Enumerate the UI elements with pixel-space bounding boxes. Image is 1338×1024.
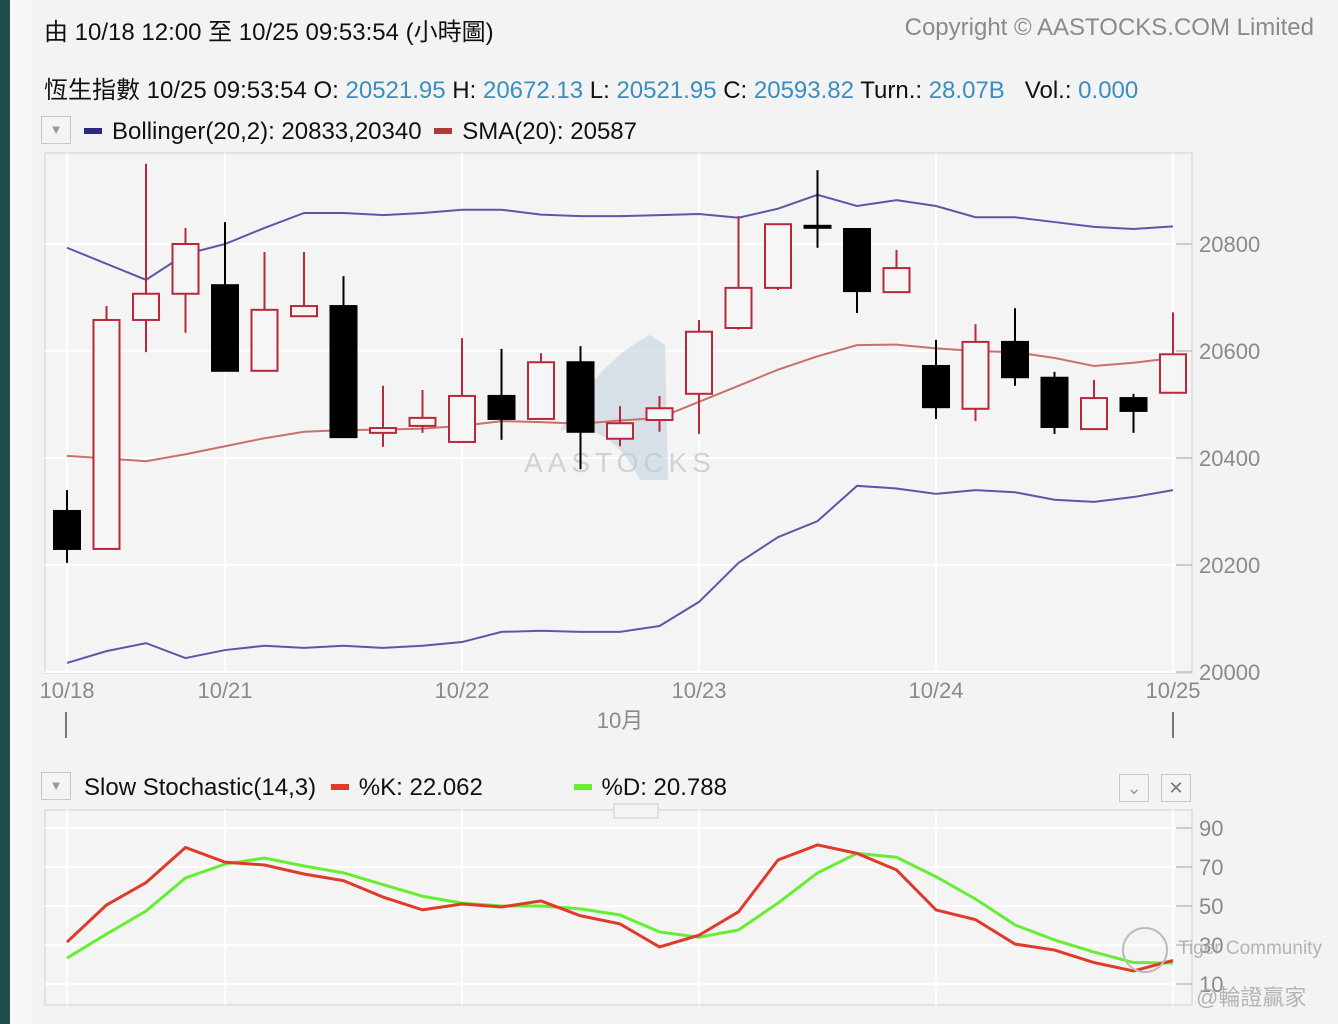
- candle: [92, 306, 121, 550]
- candle: [764, 223, 792, 291]
- y-tick-label: 20200: [1199, 553, 1260, 578]
- stoch-y-tick-label: 70: [1199, 855, 1223, 880]
- aastocks-logo-text: AASTOCKS: [524, 447, 716, 478]
- y-tick-label: 20800: [1199, 232, 1260, 257]
- stoch-y-tick-label: 90: [1199, 816, 1223, 841]
- candle: [1040, 371, 1069, 434]
- candle-body: [1159, 353, 1187, 394]
- x-tick-label: 10/25: [1145, 678, 1200, 703]
- chart-canvas: 20000 20200 20400 20600 20800 10/18 10/21 10/22…: [39, 152, 1260, 1006]
- candle-body: [408, 416, 437, 427]
- panel-resize-handle[interactable]: [613, 803, 659, 819]
- candle-body: [961, 340, 990, 410]
- month-label: 10月: [597, 708, 643, 733]
- candle-body: [724, 286, 753, 329]
- user-watermark: @輪證贏家: [1196, 985, 1307, 1010]
- candle-body: [1001, 340, 1029, 379]
- x-tick-label: 10/24: [908, 678, 963, 703]
- x-tick-label: 10/21: [197, 678, 252, 703]
- stoch-y-tick-label: 50: [1199, 894, 1223, 919]
- candle-body: [250, 308, 279, 372]
- y-tick-label: 20400: [1199, 446, 1260, 471]
- y-tick-label: 20600: [1199, 339, 1260, 364]
- candle-body: [92, 318, 121, 550]
- candle-body: [843, 228, 871, 293]
- candle-body: [803, 224, 832, 229]
- candle-body: [606, 422, 634, 440]
- candle-body: [487, 394, 516, 420]
- stoch-plot-area: [44, 809, 1193, 1006]
- tiger-watermark: Tiger Community: [1178, 938, 1322, 959]
- candle-body: [1119, 397, 1148, 412]
- candle-body: [764, 223, 792, 289]
- candle-body: [290, 305, 318, 318]
- candle-body: [211, 284, 239, 372]
- candle-body: [1080, 397, 1108, 431]
- candle-body: [527, 361, 555, 420]
- candle-body: [369, 427, 397, 434]
- candle-body: [685, 330, 713, 395]
- candle-body: [922, 364, 950, 409]
- candle: [527, 353, 555, 420]
- candle-body: [171, 243, 200, 295]
- candle-body: [566, 361, 595, 433]
- x-tick-label: 10/22: [434, 678, 489, 703]
- candle-body: [645, 407, 674, 422]
- candle-body: [329, 305, 358, 439]
- candle-body: [448, 394, 476, 443]
- candle-body: [132, 292, 160, 321]
- candle-body: [882, 267, 911, 294]
- x-tick-label: 10/18: [39, 678, 94, 703]
- y-tick-label: 20000: [1199, 660, 1260, 685]
- x-tick-label: 10/23: [671, 678, 726, 703]
- candle-body: [1040, 376, 1069, 428]
- candle-body: [53, 509, 81, 550]
